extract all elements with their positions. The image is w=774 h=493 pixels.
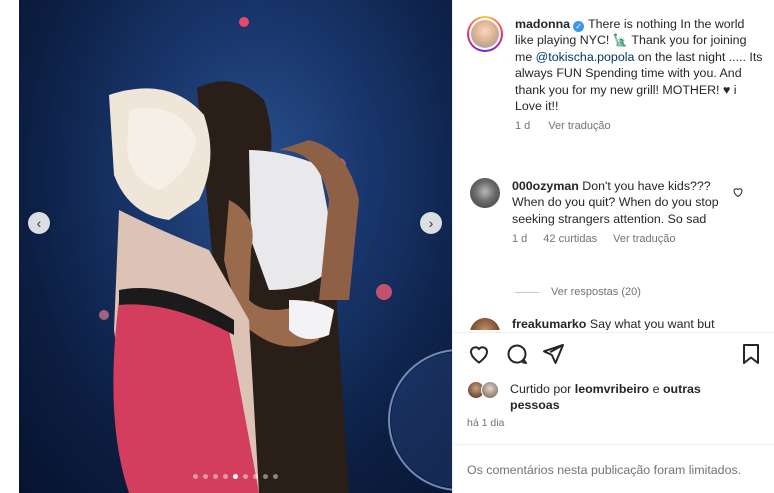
comment-icon <box>507 344 527 364</box>
carousel-dot <box>253 474 258 479</box>
comments-limited-notice: Os comentários nesta publicação foram li… <box>467 463 742 477</box>
carousel-dot <box>273 474 278 479</box>
comment2-text: freakumarko Say what you want but <box>512 318 715 330</box>
page-margin <box>0 0 19 493</box>
post-timestamp[interactable]: há 1 dia <box>467 417 504 429</box>
post-photo: ‹ › <box>19 0 452 493</box>
carousel-dot <box>263 474 268 479</box>
caption-meta: 1 d Ver tradução <box>515 120 765 132</box>
comment-like-button[interactable] <box>732 186 744 201</box>
view-replies[interactable]: Ver respostas (20) <box>515 286 641 298</box>
commenter2-avatar[interactable] <box>470 318 500 330</box>
carousel-dot <box>233 474 238 479</box>
bookmark-icon <box>743 344 759 364</box>
author-avatar[interactable] <box>467 16 503 52</box>
liker-avatars[interactable] <box>467 381 501 401</box>
commenter2-username[interactable]: freakumarko <box>512 318 586 330</box>
divider <box>453 444 774 445</box>
concert-photo-illustration <box>99 17 452 493</box>
author-username[interactable]: madonna <box>515 17 570 31</box>
caption-translate-link[interactable]: Ver tradução <box>548 120 610 132</box>
carousel-prev-button[interactable]: ‹ <box>28 212 50 234</box>
carousel-dots <box>19 474 452 479</box>
caption-age[interactable]: 1 d <box>515 120 530 132</box>
caption: madonna ✓ There is nothing In the world li… <box>467 16 767 132</box>
likes-text: Curtido por leomvribeiro e outras pessoa… <box>510 381 740 413</box>
action-bar <box>467 342 763 370</box>
comment-meta: 1 d 42 curtidas Ver tradução <box>512 233 744 245</box>
carousel-dot <box>193 474 198 479</box>
share-button[interactable] <box>541 342 565 371</box>
carousel-dot <box>243 474 248 479</box>
commenter-avatar[interactable] <box>470 178 500 208</box>
liker-avatar <box>481 381 499 399</box>
carousel-dot <box>203 474 208 479</box>
likes-and: e <box>652 382 660 396</box>
carousel-dot <box>223 474 228 479</box>
likes-prefix: Curtido por <box>510 382 572 396</box>
comment-translate-link[interactable]: Ver tradução <box>613 233 675 245</box>
carousel-next-button[interactable]: › <box>420 212 442 234</box>
save-button[interactable] <box>739 342 763 371</box>
caption-text: madonna ✓ There is nothing In the world li… <box>515 16 765 114</box>
verified-badge-icon: ✓ <box>573 21 585 32</box>
replies-line <box>515 291 539 293</box>
commenter-username[interactable]: 000ozyman <box>512 179 579 193</box>
post-panel: madonna ✓ There is nothing In the world li… <box>452 0 774 493</box>
divider <box>453 332 774 333</box>
comment-partial: freakumarko Say what you want but <box>467 318 767 330</box>
comment-text: 000ozyman Don't you have kids??? When do… <box>512 178 744 227</box>
likes-summary: Curtido por leomvribeiro e outras pessoa… <box>467 381 740 413</box>
caption-mention[interactable]: @tokischa.popola <box>536 50 635 64</box>
comment-age[interactable]: 1 d <box>512 233 527 245</box>
chevron-right-icon: › <box>428 215 434 231</box>
liker-username[interactable]: leomvribeiro <box>575 382 649 396</box>
comment-button[interactable] <box>505 342 529 371</box>
chevron-left-icon: ‹ <box>36 215 42 231</box>
comment2-body: Say what you want but <box>589 318 715 330</box>
like-button[interactable] <box>467 342 491 371</box>
comment: 000ozyman Don't you have kids??? When do… <box>467 178 767 245</box>
share-icon <box>543 344 564 364</box>
heart-icon <box>469 346 489 364</box>
comment-likes[interactable]: 42 curtidas <box>543 233 597 245</box>
heart-icon <box>733 188 743 198</box>
carousel-dot <box>213 474 218 479</box>
view-replies-label[interactable]: Ver respostas (20) <box>551 286 641 298</box>
